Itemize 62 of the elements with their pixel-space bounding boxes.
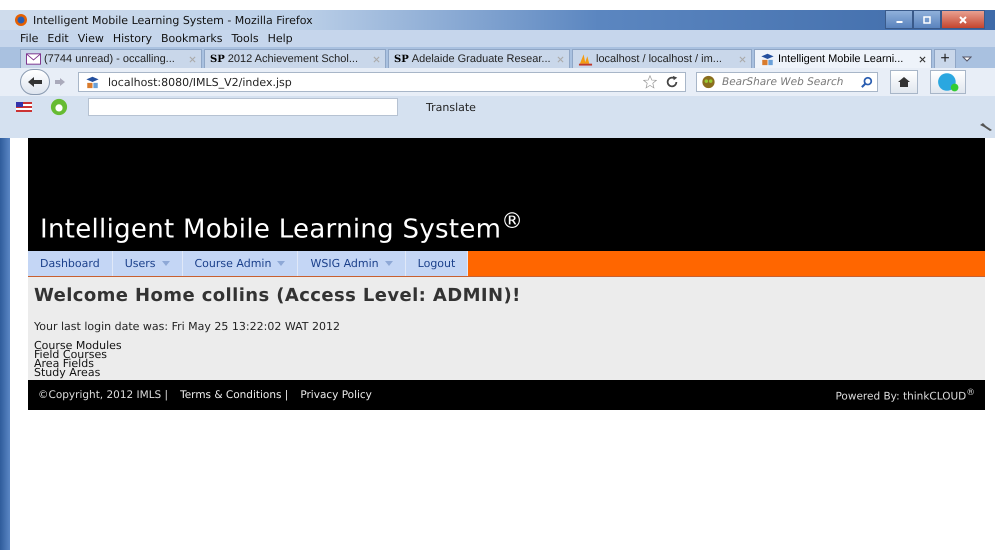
translate-button[interactable]: Translate [426,100,476,114]
nav-menu-item[interactable]: Logout [406,251,468,276]
maximize-button[interactable] [913,10,941,29]
admin-link[interactable]: Field Courses [34,350,108,359]
reload-icon[interactable] [665,75,679,89]
browser-tab[interactable]: SP 2012 Achievement Schol... [204,49,386,68]
search-field[interactable]: BearShare Web Search [696,72,878,92]
menu-item[interactable]: Help [268,32,293,45]
dropdown-arrow-icon [384,261,393,266]
dropdown-arrow-icon [162,261,170,266]
toolbar-search-field[interactable] [88,98,398,116]
wrench-icon[interactable] [979,122,993,132]
back-button[interactable] [20,69,50,95]
minimize-icon [896,21,902,23]
search-icon[interactable] [861,76,873,88]
home-icon [897,76,911,88]
menu-item[interactable]: File [20,32,38,45]
dropdown-arrow-icon [277,261,286,266]
tab-logo: SP [394,54,409,64]
admin-link[interactable]: Study Areas [34,368,100,377]
admin-link[interactable]: Course Modules [34,341,122,350]
flag-icon[interactable] [16,102,32,112]
footer-link[interactable]: Terms & Conditions | [180,389,288,401]
maximize-icon [922,14,932,24]
minimize-button[interactable] [885,10,913,29]
star-icon[interactable] [643,75,657,89]
browser-tab[interactable]: (7744 unread) - occalling... [20,49,202,68]
close-icon [958,14,968,24]
last-login-text: Your last login date was: Fri May 25 13:22:02 WAT 2012 [34,320,341,333]
menu-item[interactable]: Tools [231,32,259,45]
back-arrow-icon [27,76,43,88]
footer-link[interactable]: Privacy Policy [300,389,372,401]
bubble-logo-icon [937,72,959,92]
graduation-cap-icon [760,52,775,66]
browser-tab[interactable]: SP Adelaide Graduate Resear... [388,49,570,68]
site-title: Intelligent Mobile Learning System$^{®}$ [40,209,524,245]
envelope-icon [26,52,41,66]
sail-icon [578,52,593,66]
menu-item[interactable]: Edit [47,32,69,45]
close-tab-icon[interactable] [919,56,926,62]
new-tab-button[interactable]: + [934,49,956,68]
home-button[interactable] [890,70,918,94]
nav-menu-item[interactable]: Dashboard [28,251,113,276]
menu-item[interactable]: History [112,32,152,45]
tab-logo: SP [210,54,225,64]
menu-item[interactable]: View [78,32,104,45]
nav-menu-item[interactable]: WSIG Admin [298,251,406,276]
window-title: Intelligent Mobile Learning System - Mozilla Firefox [33,14,313,26]
skype-button[interactable] [930,70,966,94]
powered-by-text: Powered By: thinkCLOUD$^{®}$ [835,388,975,402]
browser-tab[interactable]: Intelligent Mobile Learni... [754,49,932,68]
nav-menu-item[interactable]: Course Admin [182,251,298,276]
tab-list-icon[interactable] [962,56,972,62]
browser-tab[interactable]: localhost / localhost / im... [572,49,752,68]
graduation-cap-icon [85,75,100,89]
close-button[interactable] [941,10,985,29]
admin-link[interactable]: Area Fields [34,359,94,368]
menu-item[interactable]: Bookmarks [160,32,222,45]
copyright-text: ©Copyright, 2012 IMLS | [38,389,168,401]
nav-menu-item[interactable]: Users [112,251,182,276]
welcome-heading: Welcome Home collins (Access Level: ADMIN)! [34,285,522,306]
address-bar[interactable]: localhost:8080/IMLS_V2/index.jsp [78,72,686,92]
